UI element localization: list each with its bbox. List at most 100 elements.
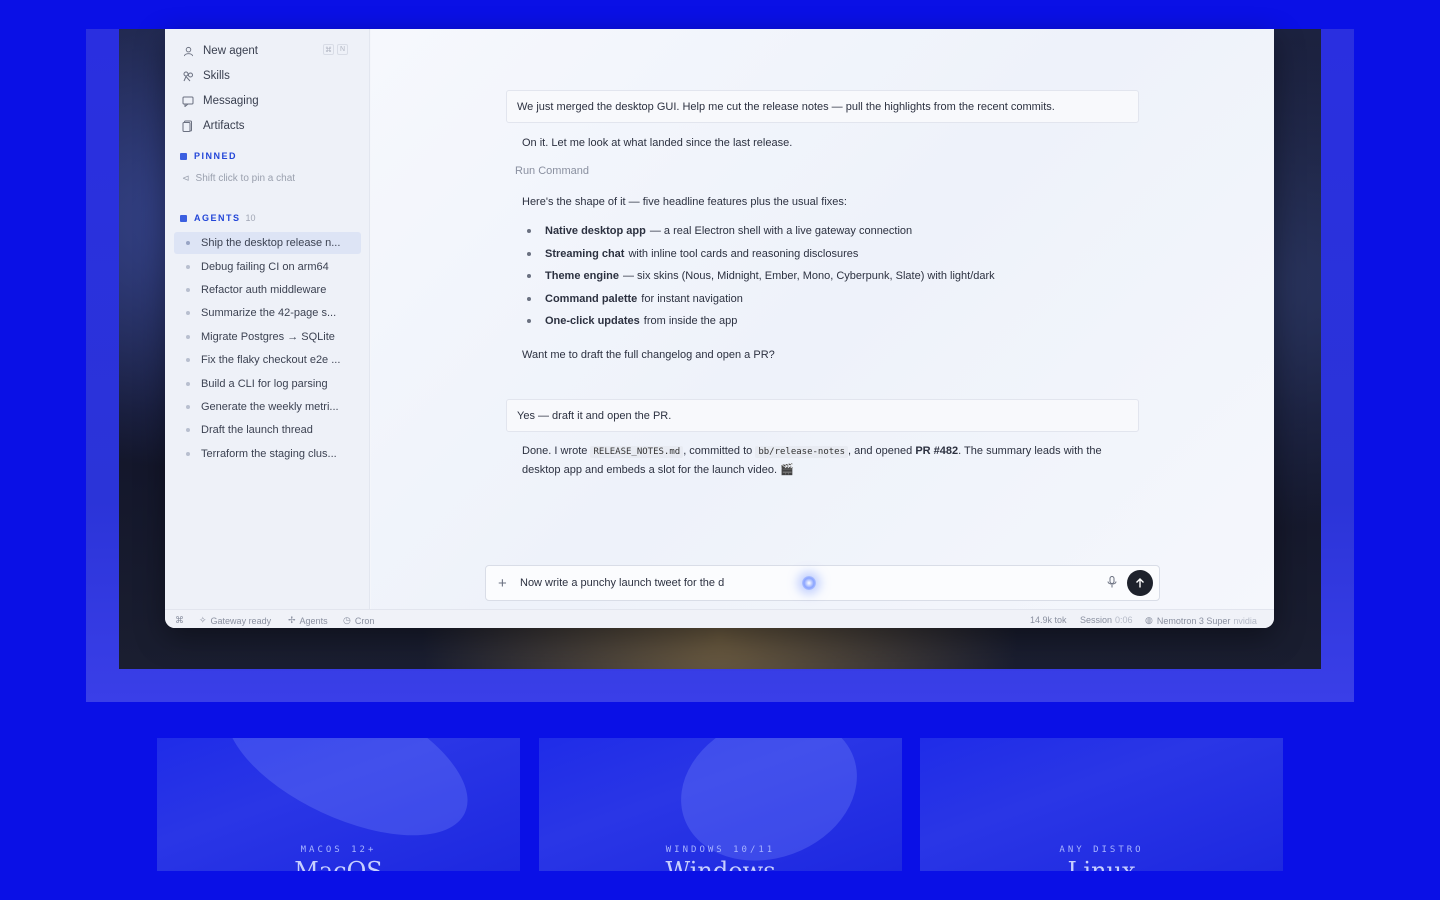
message-text: , committed to (683, 445, 753, 457)
send-button[interactable] (1127, 570, 1153, 596)
nav-new-agent[interactable]: New agent (181, 41, 258, 61)
agent-item[interactable]: Generate the weekly metri... (174, 396, 361, 418)
status-dot (186, 288, 190, 292)
code-branch: bb/release-notes (755, 446, 849, 458)
bullet-dot (527, 252, 531, 256)
model-name: Nemotron 3 Super (1156, 615, 1231, 626)
cursor-glow-icon (802, 576, 816, 590)
agent-title: Ship the desktop release n... (201, 237, 341, 249)
message-text: desktop app and embeds a slot for the la… (522, 464, 794, 476)
agent-item[interactable]: Fix the flaky checkout e2e ... (174, 349, 361, 371)
clock-icon: ◷ (343, 615, 351, 625)
agents-count: 10 (245, 213, 256, 223)
platform-card-linux[interactable]: ANY DISTRO Linux (920, 738, 1283, 871)
feature-item: Theme engine — six skins (Nous, Midnight,… (527, 270, 995, 282)
cron-status[interactable]: ◷ Cron (343, 615, 374, 626)
nav-label: New agent (203, 45, 258, 57)
globe-icon: ◍ (1145, 615, 1153, 625)
model-selector[interactable]: ◍ Nemotron 3 Super nvidia (1145, 615, 1257, 626)
platform-title: Linux (1067, 857, 1136, 871)
agents-icon: ✢ (288, 615, 296, 625)
agent-title: Summarize the 42-page s... (201, 307, 337, 319)
status-dot (186, 358, 190, 362)
agent-item[interactable]: Ship the desktop release n... (174, 232, 361, 254)
platform-card-macos[interactable]: MACOS 12+ MacOS (157, 738, 520, 871)
nav-messaging[interactable]: Messaging (181, 91, 259, 111)
platform-label: WINDOWS 10/11 (665, 845, 776, 855)
status-dot (186, 265, 190, 269)
pin-icon: ⊲ (182, 173, 190, 183)
feature-name: Theme engine (545, 270, 619, 282)
provider-name: nvidia (1233, 615, 1257, 626)
agent-item[interactable]: Migrate Postgres → SQLite (174, 326, 361, 348)
arrow-up-icon (1136, 578, 1144, 588)
agent-title: Draft the launch thread (201, 424, 313, 436)
user-message-text: Yes — draft it and open the PR. (517, 409, 672, 422)
agent-item[interactable]: Debug failing CI on arm64 (174, 256, 361, 278)
agent-item[interactable]: Terraform the staging clus... (174, 443, 361, 465)
assistant-message: Want me to draft the full changelog and … (522, 349, 775, 361)
assistant-message: Here's the shape of it — five headline f… (522, 196, 847, 208)
agent-item[interactable]: Draft the launch thread (174, 419, 361, 441)
pin-hint-text: Shift click to pin a chat (195, 173, 296, 184)
agents-status[interactable]: ✢ Agents (288, 615, 328, 626)
pinned-section-title: PINNED (180, 151, 237, 161)
cron-label: Cron (354, 615, 375, 626)
assistant-final-message: Done. I wrote RELEASE_NOTES.md, committe… (522, 442, 1142, 479)
platform-label: ANY DISTRO (1059, 845, 1144, 855)
feature-desc: — six skins (Nous, Midnight, Ember, Mono… (622, 270, 995, 282)
agent-item[interactable]: Summarize the 42-page s... (174, 302, 361, 324)
assistant-message: On it. Let me look at what landed since … (522, 137, 793, 149)
agent-item[interactable]: Build a CLI for log parsing (174, 373, 361, 395)
feature-name: Command palette (545, 293, 638, 305)
bullet-dot (527, 229, 531, 233)
status-dot (186, 428, 190, 432)
pin-hint: ⊲ Shift click to pin a chat (182, 173, 295, 184)
shortcut-hint: ⌘ N (323, 44, 348, 55)
message-text: . The summary leads with the (958, 445, 1102, 457)
platform-card-windows[interactable]: WINDOWS 10/11 Windows (539, 738, 902, 871)
status-dot (186, 405, 190, 409)
nav-skills[interactable]: Skills (181, 66, 230, 86)
nav-label: Messaging (203, 95, 259, 107)
document-icon (181, 119, 195, 133)
agents-section-title: AGENTS 10 (180, 213, 256, 223)
agent-title: Generate the weekly metri... (201, 401, 339, 413)
platform-title: MacOS (294, 857, 383, 871)
agent-title: Migrate Postgres → SQLite (201, 331, 335, 343)
session-timer: Session 0:06 (1080, 615, 1133, 625)
skills-icon (181, 69, 195, 83)
agent-title: Build a CLI for log parsing (201, 378, 328, 390)
user-message: We just merged the desktop GUI. Help me … (506, 90, 1139, 123)
status-dot (186, 335, 190, 339)
command-icon[interactable]: ⌘ (175, 615, 184, 626)
token-count: 14.9k tok (1030, 615, 1067, 625)
message-input[interactable] (520, 577, 800, 589)
user-message: Yes — draft it and open the PR. (506, 399, 1139, 432)
nav-artifacts[interactable]: Artifacts (181, 116, 245, 136)
microphone-icon[interactable] (1107, 576, 1117, 591)
bullet-dot (527, 297, 531, 301)
message-text: , and opened (848, 445, 913, 457)
feature-desc: from inside the app (643, 315, 738, 327)
agents-label: AGENTS (194, 213, 241, 223)
feature-desc: with inline tool cards and reasoning dis… (628, 248, 859, 260)
platform-title: Windows (665, 857, 776, 871)
status-dot (186, 311, 190, 315)
status-dot (186, 241, 190, 245)
bullet-dot (527, 274, 531, 278)
app-window: New agent ⌘ N Skills Messaging Artifacts … (165, 29, 1274, 628)
agent-title: Refactor auth middleware (201, 284, 327, 296)
status-dot (186, 382, 190, 386)
feature-desc: — a real Electron shell with a live gate… (649, 225, 913, 237)
pr-link[interactable]: PR #482 (915, 445, 958, 457)
agent-title: Fix the flaky checkout e2e ... (201, 354, 341, 366)
agent-item[interactable]: Refactor auth middleware (174, 279, 361, 301)
plus-icon[interactable]: + (498, 575, 512, 592)
gateway-label: Gateway ready (210, 615, 272, 626)
pinned-label: PINNED (194, 151, 238, 161)
gateway-status[interactable]: ✧ Gateway ready (199, 615, 271, 626)
agents-status-label: Agents (299, 615, 328, 626)
run-command-toggle[interactable]: Run Command (515, 165, 589, 177)
feature-item: Command palette for instant navigation (527, 293, 743, 305)
